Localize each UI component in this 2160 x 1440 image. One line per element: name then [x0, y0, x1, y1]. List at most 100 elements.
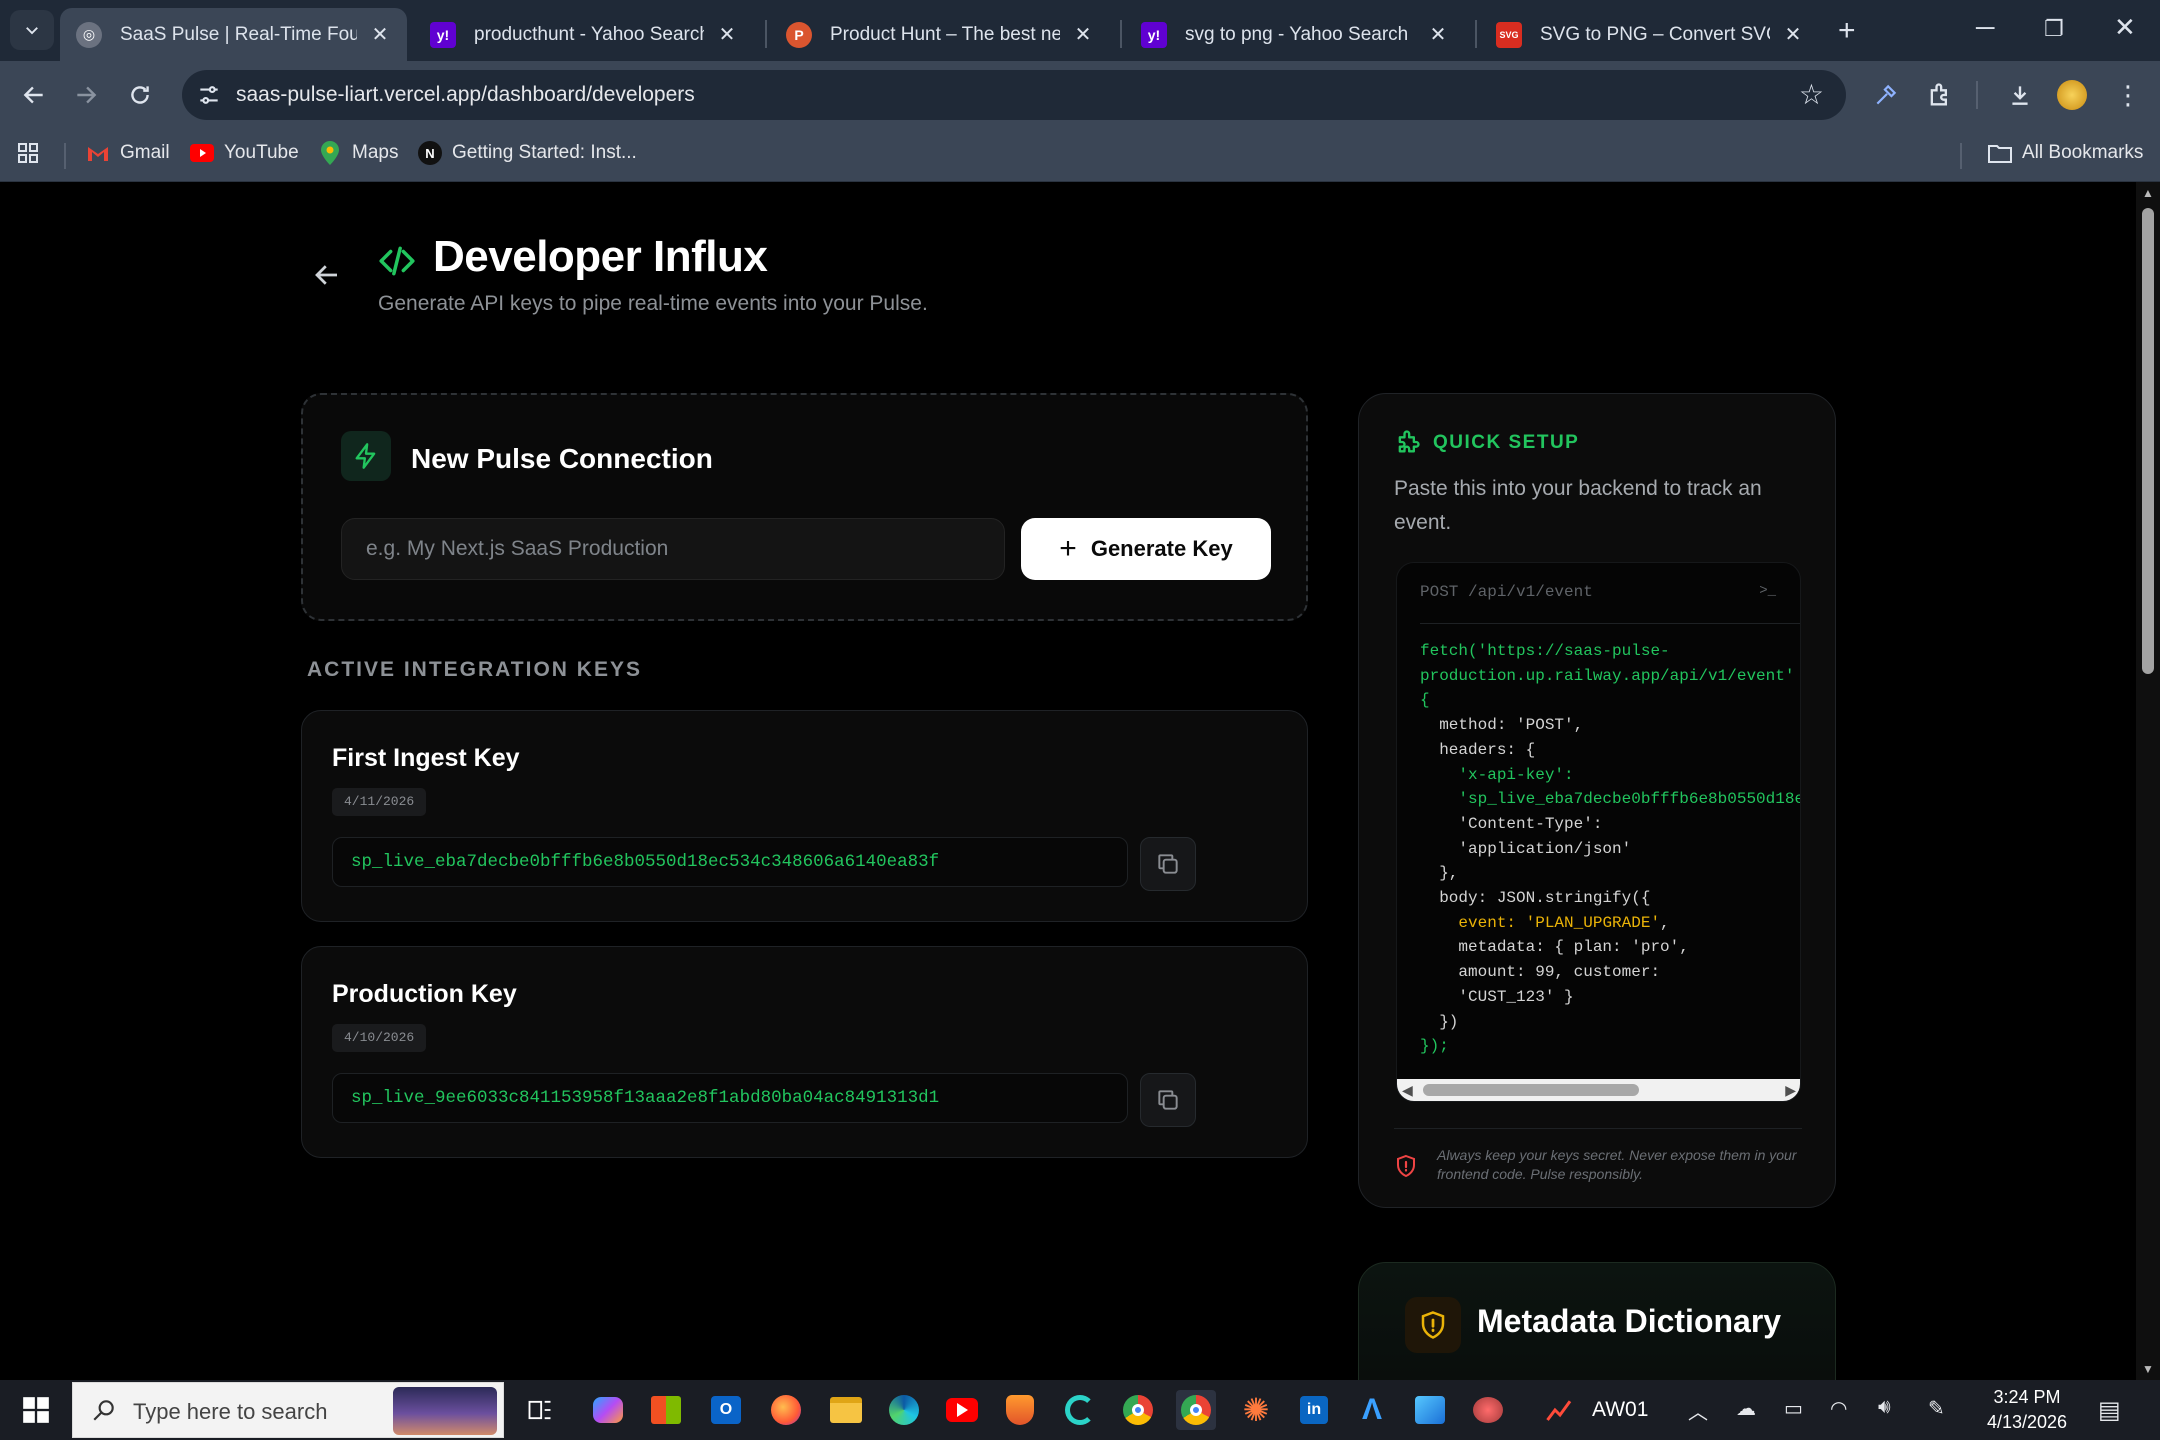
browser-tab-strip: ◎ SaaS Pulse | Real-Time Founder ✕ y! pr…	[0, 0, 2160, 61]
stock-chart-icon[interactable]	[1540, 1390, 1580, 1430]
browser-tab[interactable]: y! svg to png - Yahoo Search Resu ✕	[1125, 8, 1465, 61]
downloads-button[interactable]	[2002, 77, 2038, 113]
taskbar-clock[interactable]: 3:24 PM 4/13/2026	[1972, 1385, 2082, 1435]
code-snippet[interactable]: POST /api/v1/event >_ fetch('https://saa…	[1396, 562, 1801, 1102]
photos-icon[interactable]	[1410, 1390, 1450, 1430]
address-bar[interactable]: saas-pulse-liart.vercel.app/dashboard/de…	[182, 70, 1846, 120]
eyedropper-extension-button[interactable]	[1868, 77, 1904, 113]
copy-key-button[interactable]	[1140, 837, 1196, 891]
page-scrollbar[interactable]: ▲ ▼	[2136, 182, 2160, 1380]
scrollbar-thumb[interactable]	[2142, 208, 2154, 674]
svgpng-icon: SVG	[1496, 21, 1522, 48]
code-token: 'PLAN_UPGRADE'	[1525, 913, 1661, 932]
battery-icon[interactable]: ▭	[1784, 1396, 1803, 1421]
tab-search-button[interactable]	[10, 10, 54, 50]
claude-icon[interactable]: ✺	[1236, 1390, 1276, 1430]
browser-tab[interactable]: SVG SVG to PNG – Convert SVG to P ✕	[1480, 8, 1820, 61]
arc-app-icon[interactable]	[1060, 1390, 1100, 1430]
bookmark-gmail[interactable]: Gmail	[86, 141, 170, 165]
code-token: event:	[1420, 913, 1526, 932]
windows-taskbar: Type here to search O ✺ in Λ AW01 ︿ ☁ ▭ …	[0, 1380, 2160, 1440]
youtube-app-icon[interactable]	[942, 1390, 982, 1430]
bookmark-maps[interactable]: Maps	[318, 141, 398, 165]
all-bookmarks-button[interactable]: All Bookmarks	[1988, 141, 2143, 165]
windows-start-icon[interactable]	[22, 1396, 50, 1424]
shield-app-icon[interactable]	[1000, 1390, 1040, 1430]
yahoo-icon: y!	[1141, 21, 1167, 48]
browser-tab[interactable]: y! producthunt - Yahoo Search Re ✕	[414, 8, 754, 61]
quick-setup-divider	[1394, 1128, 1802, 1129]
generate-key-button[interactable]: + Generate Key	[1021, 518, 1271, 580]
outlook-icon[interactable]: O	[706, 1390, 746, 1430]
chrome-active-icon[interactable]	[1176, 1390, 1216, 1430]
code-line: 'sp_live_eba7decbe0bfffb6e8b0550d18ec534…	[1458, 790, 1801, 809]
metadata-icon-badge	[1405, 1297, 1461, 1353]
taskbar-search-box[interactable]: Type here to search	[72, 1382, 504, 1438]
close-icon[interactable]: ✕	[1782, 22, 1804, 47]
firefox-icon[interactable]	[766, 1390, 806, 1430]
copy-key-button[interactable]	[1140, 1073, 1196, 1127]
close-icon[interactable]: ✕	[1072, 22, 1094, 47]
bookmark-star-icon[interactable]: ☆	[1799, 78, 1824, 111]
arrow-left-icon	[23, 86, 43, 104]
code-line: fetch('https://saas-pulse-	[1420, 642, 1670, 660]
browser-tab[interactable]: P Product Hunt – The best new p ✕	[770, 8, 1110, 61]
task-view-icon[interactable]	[520, 1390, 560, 1430]
volume-icon[interactable]: 🔊︎	[1878, 1396, 1891, 1419]
microsoft-store-icon[interactable]	[646, 1390, 686, 1430]
code-horizontal-scrollbar[interactable]: ◀ ▶	[1397, 1079, 1800, 1101]
file-explorer-icon[interactable]	[826, 1390, 866, 1430]
api-key-card: Production Key 4/10/2026 sp_live_9ee6033…	[301, 946, 1308, 1158]
back-button[interactable]	[16, 77, 52, 113]
site-settings-icon[interactable]	[196, 82, 222, 108]
tab-divider	[765, 20, 767, 48]
bookmark-label: Maps	[352, 142, 399, 163]
notifications-icon[interactable]: ▤	[2098, 1396, 2121, 1425]
browser-tab-active[interactable]: ◎ SaaS Pulse | Real-Time Founder ✕	[60, 8, 407, 61]
profile-avatar[interactable]	[2054, 77, 2090, 113]
clock-date: 4/13/2026	[1986, 1412, 2068, 1432]
scroll-left-icon[interactable]: ◀	[1402, 1082, 1413, 1099]
close-icon[interactable]: ✕	[716, 22, 738, 47]
scroll-up-icon[interactable]: ▲	[2142, 186, 2154, 200]
code-line: 'CUST_123' }	[1420, 987, 1574, 1006]
edge-icon[interactable]	[884, 1390, 924, 1430]
search-highlight-image	[393, 1387, 497, 1435]
new-tab-button[interactable]: +	[1838, 14, 1856, 48]
scroll-down-icon[interactable]: ▼	[2142, 1362, 2154, 1376]
azure-icon[interactable]: Λ	[1352, 1390, 1392, 1430]
copilot-icon[interactable]	[588, 1390, 628, 1430]
browser-toolbar: saas-pulse-liart.vercel.app/dashboard/de…	[0, 61, 2160, 129]
wifi-icon[interactable]: ◠	[1830, 1396, 1847, 1421]
close-icon[interactable]: ✕	[369, 22, 391, 47]
bookmark-getting-started[interactable]: N Getting Started: Inst...	[418, 141, 637, 165]
back-arrow-icon[interactable]	[312, 260, 342, 290]
eyedropper-icon	[1876, 84, 1897, 105]
maps-icon	[318, 141, 342, 165]
linkedin-icon[interactable]: in	[1294, 1390, 1334, 1430]
forward-button[interactable]	[68, 77, 104, 113]
api-key-value[interactable]: sp_live_9ee6033c841153958f13aaa2e8f1abd8…	[332, 1073, 1128, 1123]
restore-button[interactable]: ❐	[2044, 16, 2064, 42]
pen-icon[interactable]: ✎	[1928, 1396, 1945, 1421]
tray-chevron-icon[interactable]: ︿	[1688, 1396, 1708, 1425]
scrollbar-thumb[interactable]	[1423, 1084, 1639, 1096]
browser-menu-button[interactable]: ⋮	[2110, 77, 2146, 113]
close-icon[interactable]: ✕	[1427, 22, 1449, 47]
apps-button[interactable]	[16, 141, 40, 165]
code-token: ,	[1660, 913, 1670, 932]
scroll-right-icon[interactable]: ▶	[1785, 1082, 1796, 1099]
api-key-value[interactable]: sp_live_eba7decbe0bfffb6e8b0550d18ec534c…	[332, 837, 1128, 887]
window-close-button[interactable]: ✕	[2114, 12, 2136, 43]
code-line: metadata: { plan: 'pro',	[1420, 938, 1689, 957]
connection-name-input[interactable]	[341, 518, 1005, 580]
download-icon	[2012, 86, 2028, 105]
minimize-button[interactable]: ─	[1976, 12, 1994, 43]
reload-button[interactable]	[122, 77, 158, 113]
extensions-button[interactable]	[1922, 77, 1958, 113]
bookmark-youtube[interactable]: YouTube	[190, 141, 299, 165]
chrome-icon[interactable]	[1118, 1390, 1158, 1430]
cloud-off-icon[interactable]: ☁	[1736, 1396, 1756, 1421]
plus-icon: +	[1059, 532, 1077, 565]
snipping-tool-icon[interactable]	[1468, 1390, 1508, 1430]
